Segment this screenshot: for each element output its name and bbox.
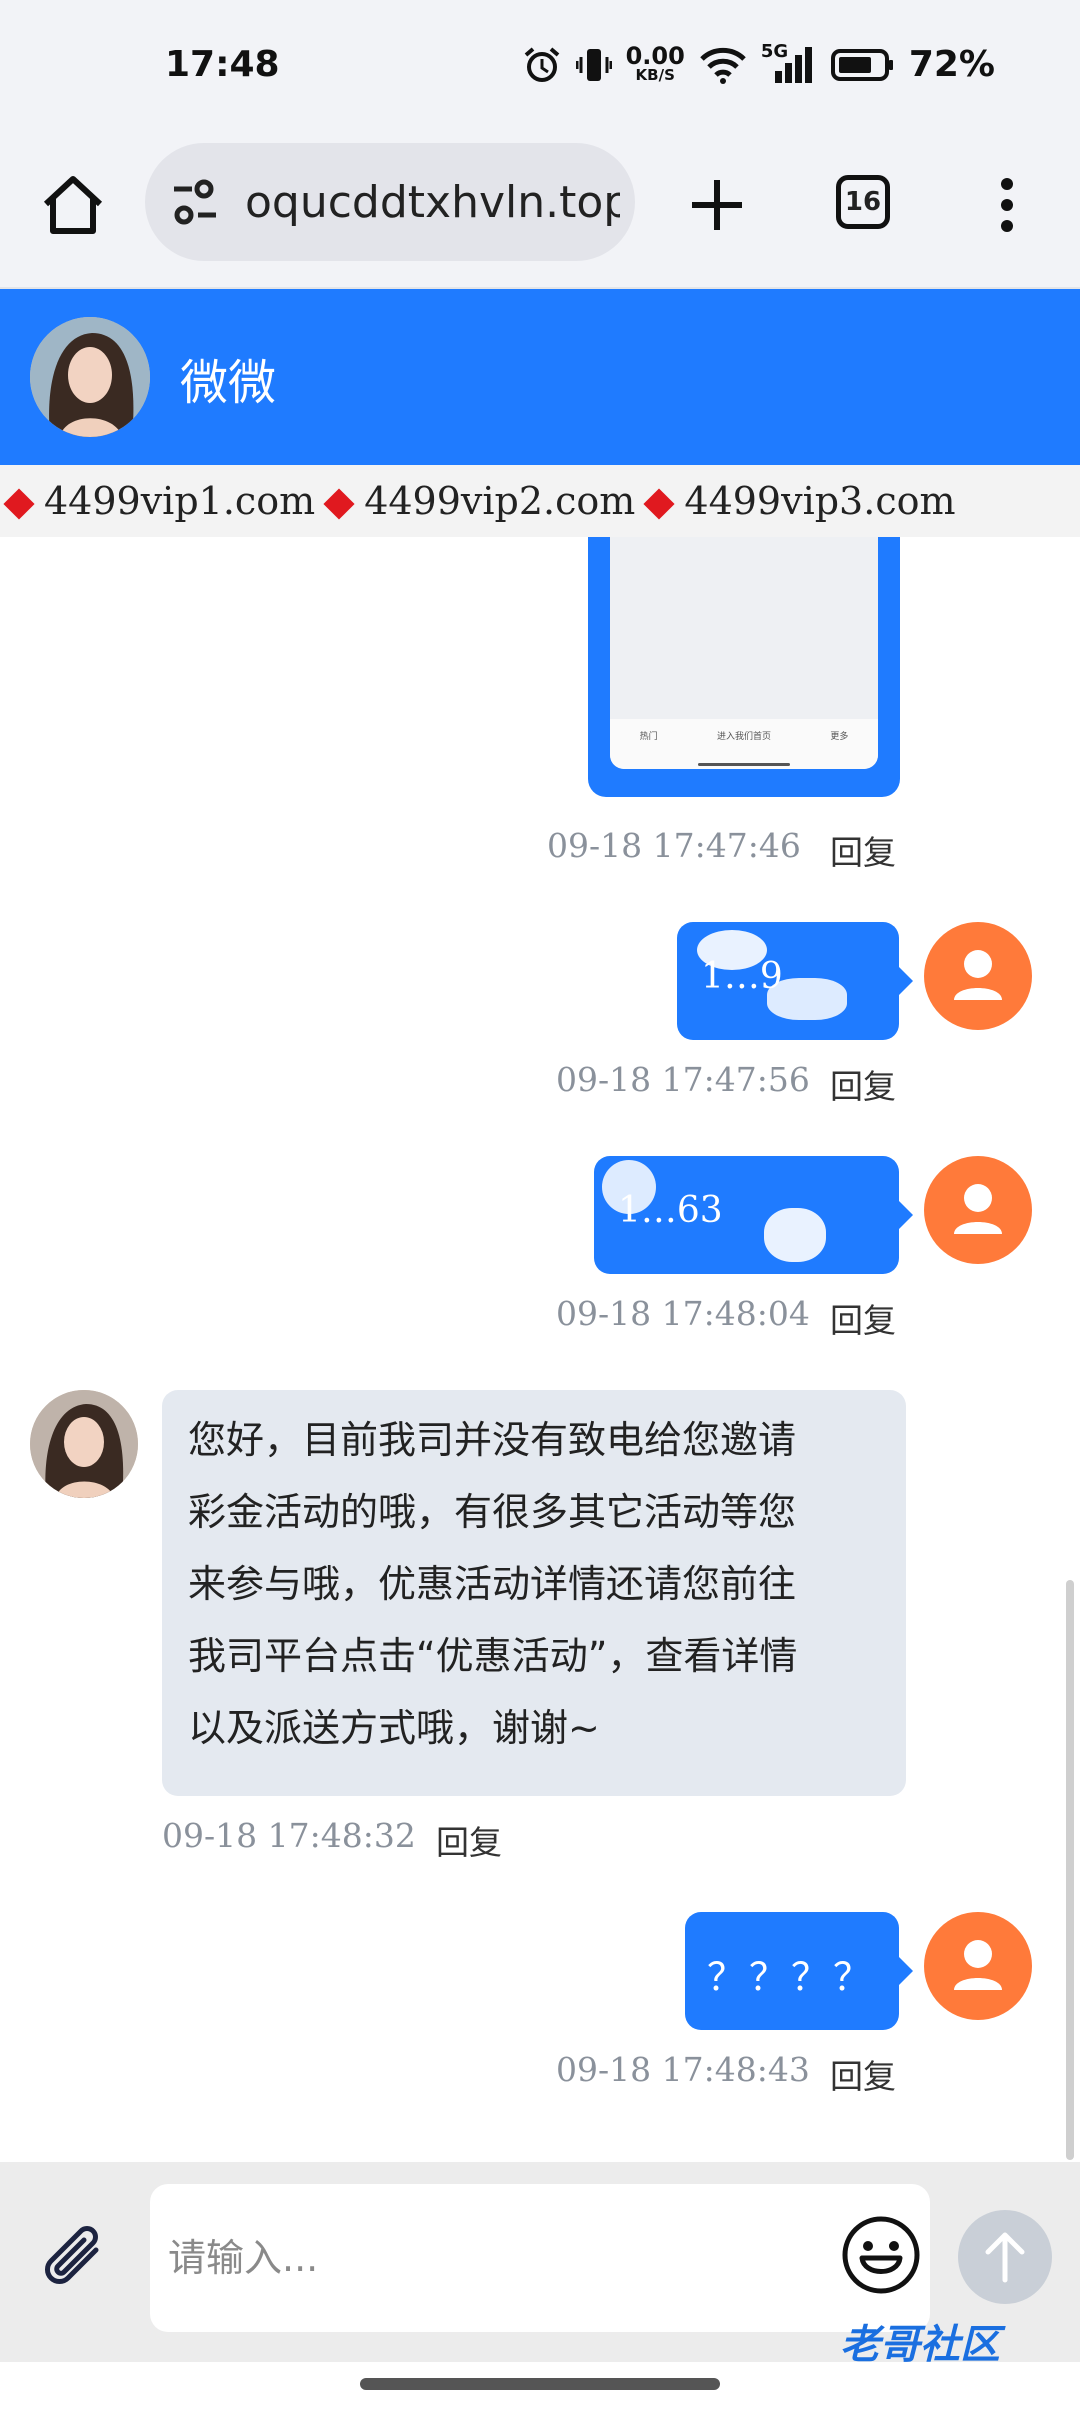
agent-name: 微微 (180, 355, 277, 411)
reply-button[interactable]: 回复 (830, 826, 896, 874)
diamond-icon (323, 488, 355, 520)
message-text: ？？？？ (707, 1955, 876, 1999)
status-time: 17:48 (165, 44, 280, 85)
user-message-bubble: 1…63 (594, 1156, 913, 1274)
preview-tab: 更多 (830, 732, 849, 742)
agent-avatar (30, 317, 150, 437)
send-button[interactable] (958, 2210, 1052, 2304)
message-line: 以及派送方式哦，谢谢~ (188, 1706, 600, 1750)
user-message-bubble: 1…9 (677, 922, 913, 1040)
paperclip-icon[interactable] (36, 2220, 114, 2298)
cellular-signal-icon: 5G (761, 41, 817, 85)
more-menu-button[interactable] (985, 170, 1029, 240)
message-timestamp: 09-18 17:47:56 (556, 1060, 810, 1099)
agent-message-bubble: 您好，目前我司并没有致电给您邀请 彩金活动的哦，有很多其它活动等您 来参与哦，优… (162, 1390, 906, 1796)
status-icons: 0.00 KB/S 5G 72% (522, 41, 995, 85)
reply-button[interactable]: 回复 (830, 1294, 896, 1342)
battery-icon (830, 48, 893, 81)
diamond-icon (643, 488, 675, 520)
message-timestamp: 09-18 17:47:46 (547, 826, 801, 865)
address-bar[interactable]: oqucddtxhvln.top (145, 143, 635, 261)
message-input[interactable] (150, 2184, 930, 2332)
chat-header: 微微 (0, 289, 1080, 465)
reply-button[interactable]: 回复 (830, 1060, 896, 1108)
alarm-icon (524, 46, 559, 82)
domain-marquee: 4499vip1.com 4499vip2.com 4499vip3.com (0, 465, 1080, 537)
user-avatar (924, 1156, 1032, 1264)
diamond-icon (3, 488, 35, 520)
message-line: 彩金活动的哦，有很多其它活动等您 (188, 1490, 797, 1534)
browser-toolbar: oqucddtxhvln.top 16 (0, 135, 1080, 289)
url-text[interactable]: oqucddtxhvln.top (245, 177, 620, 228)
agent-avatar (30, 1390, 138, 1498)
user-avatar (924, 1912, 1032, 2020)
message-line: 来参与哦，优惠活动详情还请您前往 (188, 1562, 797, 1606)
message-line: 我司平台点击“优惠活动”，查看详情 (188, 1634, 798, 1678)
wifi-icon (700, 47, 746, 84)
preview-tab: 热门 (639, 732, 658, 742)
network-speed: 0.00 KB/S (625, 42, 685, 84)
arrow-up-icon (985, 2232, 1025, 2283)
tab-switcher-button[interactable]: 16 (836, 175, 890, 229)
marquee-domain: 4499vip3.com (684, 479, 956, 523)
reply-button[interactable]: 回复 (830, 2050, 896, 2098)
home-indicator[interactable] (360, 2378, 720, 2390)
scrollbar[interactable] (1066, 1580, 1074, 2160)
home-button[interactable] (38, 170, 108, 240)
marquee-domain: 4499vip1.com (44, 479, 316, 523)
site-settings-icon[interactable] (170, 179, 220, 225)
message-timestamp: 09-18 17:48:04 (556, 1294, 810, 1333)
image-preview: 热门 进入我们首页 更多 (610, 537, 878, 769)
user-message-bubble: ？？？？ (685, 1912, 913, 2030)
watermark-logo: 老哥社区 (840, 2322, 1000, 2368)
preview-tabbar: 热门 进入我们首页 更多 (610, 719, 878, 769)
image-message[interactable]: 热门 进入我们首页 更多 (588, 537, 900, 797)
message-timestamp: 09-18 17:48:32 (162, 1816, 416, 1855)
status-bar: 17:48 0.00 KB/S 5G 72% (0, 0, 1080, 135)
user-avatar (924, 922, 1032, 1030)
marquee-domain: 4499vip2.com (364, 479, 636, 523)
emoji-icon[interactable] (840, 2214, 922, 2296)
battery-percent: 72% (908, 44, 995, 85)
reply-button[interactable]: 回复 (436, 1816, 502, 1864)
vibrate-icon (575, 48, 612, 81)
new-tab-button[interactable] (682, 170, 752, 240)
message-line: 您好，目前我司并没有致电给您邀请 (188, 1418, 797, 1462)
message-timestamp: 09-18 17:48:43 (556, 2050, 810, 2089)
